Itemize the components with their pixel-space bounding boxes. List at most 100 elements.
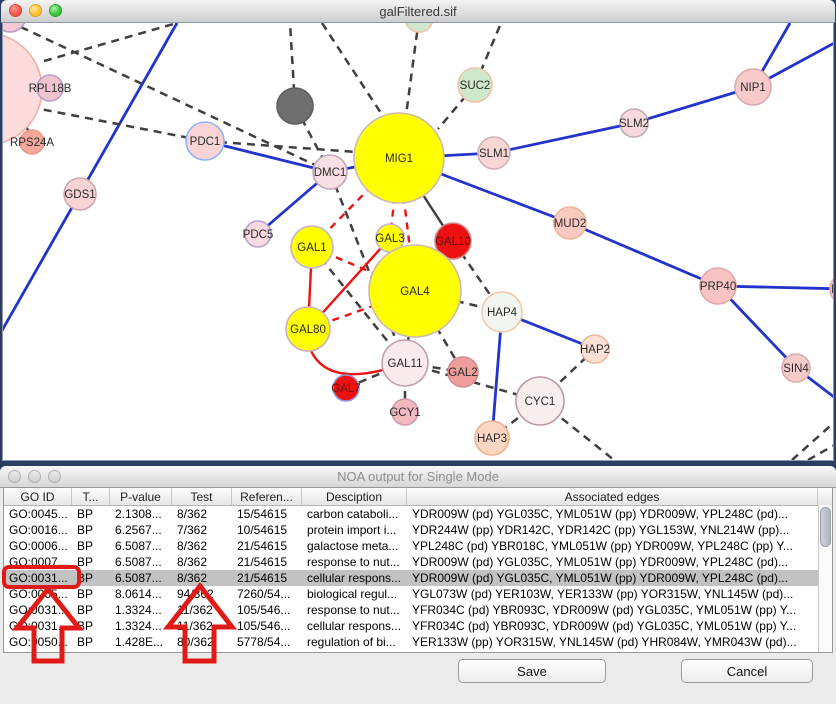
table-row[interactable]: GO:0007...BP6.5087...8/36221/54615respon… — [4, 554, 832, 570]
table-cell: YDR009W (pd) YGL035C, YML051W (pp) YDR00… — [407, 554, 818, 570]
column-header-associated-edges[interactable]: Associated edges — [407, 488, 818, 505]
table-row[interactable]: GO:0050...BP1.428E...80/3625778/54...reg… — [4, 634, 832, 650]
table-cell: BP — [72, 522, 110, 538]
table-cell: 6.2567... — [110, 522, 172, 538]
graph-node-label: CYC1 — [525, 396, 556, 408]
column-header-desciption[interactable]: Desciption — [302, 488, 407, 505]
table-cell: BP — [72, 602, 110, 618]
column-header-referen-[interactable]: Referen... — [232, 488, 302, 505]
graph-node-label: PDC1 — [190, 136, 221, 148]
table-row[interactable]: GO:0031...BP1.3324...11/362105/546...cel… — [4, 618, 832, 634]
zoom-button[interactable] — [48, 470, 61, 483]
close-button[interactable] — [9, 4, 22, 17]
table-row[interactable]: GO:0065...BP8.0614...94/3627260/54...bio… — [4, 586, 832, 602]
graph-node-label: SIN4 — [783, 363, 809, 375]
network-window-titlebar[interactable]: galFiltered.sif — [1, 0, 835, 23]
noa-window-titlebar[interactable]: NOA output for Single Mode — [0, 466, 836, 488]
network-canvas[interactable]: RPL18BRPS24AGDS1PDC1PDC5DMC1MIG1SUC2SLM1… — [2, 22, 834, 461]
column-header-go-id[interactable]: GO ID — [4, 488, 72, 505]
table-cell: GO:0031... — [4, 618, 72, 634]
table-cell: 2.1308... — [110, 506, 172, 522]
graph-edge — [808, 443, 833, 460]
table-row[interactable]: GO:0045...BP2.1308...8/36215/54615carbon… — [4, 506, 832, 522]
table-cell: 1.3324... — [110, 602, 172, 618]
minimize-button[interactable] — [29, 4, 42, 17]
graph-node-label: SLM1 — [479, 148, 509, 160]
graph-node-label: GAL3 — [375, 233, 404, 245]
table-cell: GO:0006... — [4, 538, 72, 554]
column-header-p-value[interactable]: P-value — [110, 488, 172, 505]
graph-node-label: RPL18B — [29, 83, 72, 95]
table-cell: GO:0045... — [4, 506, 72, 522]
column-header-test[interactable]: Test — [172, 488, 232, 505]
table-cell: 80/362 — [172, 634, 232, 650]
table-cell: BP — [72, 538, 110, 554]
scrollbar-thumb[interactable] — [820, 507, 831, 547]
column-header-t-[interactable]: T... — [72, 488, 110, 505]
graph-node-label: GAL4 — [400, 286, 430, 298]
vertical-scrollbar[interactable] — [818, 505, 832, 652]
graph-node-label: GCY1 — [389, 407, 420, 419]
graph-node-label: GAL2 — [448, 367, 477, 379]
table-row[interactable]: GO:0016...BP6.2567...7/36210/54615protei… — [4, 522, 832, 538]
graph-node-label: PRP40 — [700, 281, 736, 293]
table-cell: 21/54615 — [232, 538, 302, 554]
table-cell: 1.428E... — [110, 634, 172, 650]
table-row[interactable]: GO:0006...BP6.5087...8/36221/54615galact… — [4, 538, 832, 554]
cancel-button[interactable]: Cancel — [681, 659, 813, 683]
table-row[interactable]: GO:0031...BP6.5087...8/36221/54615cellul… — [4, 570, 832, 586]
table-cell: YGL073W (pd) YER103W, YER133W (pp) YOR31… — [407, 586, 818, 602]
table-cell: cellular respons... — [302, 618, 407, 634]
graph-edge — [405, 23, 419, 123]
table-cell: YDR009W (pd) YGL035C, YML051W (pp) YDR00… — [407, 570, 818, 586]
graph-node-label: HAP4 — [487, 307, 518, 319]
graph-node-label: MSL1 — [831, 284, 833, 296]
table-cell: regulation of bi... — [302, 634, 407, 650]
graph-node-label: RPS24A — [10, 137, 54, 149]
graph-edge — [30, 107, 205, 141]
table-cell: GO:0050... — [4, 634, 72, 650]
table-cell: 105/546... — [232, 602, 302, 618]
table-cell: 105/546... — [232, 618, 302, 634]
network-window-title: galFiltered.sif — [379, 4, 456, 19]
graph-node-label: GAL7 — [331, 383, 360, 395]
table-cell: YPL248C (pd) YBR018C, YML051W (pp) YDR00… — [407, 538, 818, 554]
table-cell: 6.5087... — [110, 538, 172, 554]
table-cell: YFR034C (pd) YBR093C, YDR009W (pd) YGL03… — [407, 602, 818, 618]
graph-edge — [570, 223, 718, 286]
table-cell: 8/362 — [172, 506, 232, 522]
noa-window-title: NOA output for Single Mode — [337, 469, 499, 484]
table-body: GO:0045...BP2.1308...8/36215/54615carbon… — [4, 506, 832, 650]
table-cell: 11/362 — [172, 618, 232, 634]
save-button[interactable]: Save — [458, 659, 606, 683]
graph-node-label: MIG1 — [385, 153, 413, 165]
graph-node-label: GAL10 — [435, 236, 471, 248]
close-button[interactable] — [8, 470, 21, 483]
table-cell: 7/362 — [172, 522, 232, 538]
table-cell: 6.5087... — [110, 554, 172, 570]
table-cell: 5778/54... — [232, 634, 302, 650]
table-cell: response to nut... — [302, 554, 407, 570]
table-row[interactable]: GO:0031...BP1.3324...11/362105/546...res… — [4, 602, 832, 618]
table-cell: YDR009W (pd) YGL035C, YML051W (pp) YDR00… — [407, 506, 818, 522]
network-window: galFiltered.sif RPL18BRPS24AGDS1PDC1PDC5… — [1, 0, 835, 460]
graph-node-label: HAP3 — [477, 433, 507, 445]
table-cell: GO:0007... — [4, 554, 72, 570]
graph-node[interactable] — [405, 23, 433, 32]
graph-node-label: GDS1 — [64, 189, 95, 201]
noa-results-table: GO IDT...P-valueTestReferen...Desciption… — [3, 487, 833, 653]
table-cell: GO:0065... — [4, 586, 72, 602]
graph-node[interactable] — [277, 88, 313, 124]
table-cell: 6.5087... — [110, 570, 172, 586]
table-cell: biological regul... — [302, 586, 407, 602]
table-cell: BP — [72, 554, 110, 570]
table-cell: 21/54615 — [232, 570, 302, 586]
graph-edge — [309, 346, 383, 374]
zoom-button[interactable] — [49, 4, 62, 17]
table-cell: YER133W (pp) YOR315W, YNL145W (pd) YHR08… — [407, 634, 818, 650]
table-cell: GO:0031... — [4, 602, 72, 618]
minimize-button[interactable] — [28, 470, 41, 483]
table-cell: GO:0031... — [4, 570, 72, 586]
graph-node-label: NIP1 — [740, 82, 766, 94]
table-cell: GO:0016... — [4, 522, 72, 538]
